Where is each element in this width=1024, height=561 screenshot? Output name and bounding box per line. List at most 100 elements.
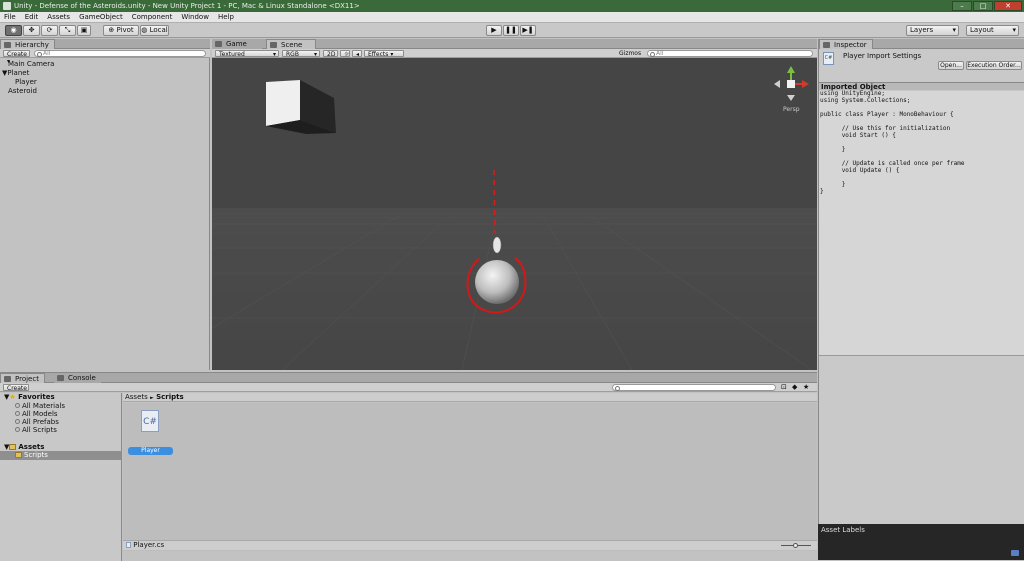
player-object[interactable] — [492, 236, 502, 254]
move-icon: ✥ — [28, 26, 35, 34]
script-file-icon: C# — [823, 52, 834, 65]
dropdown-arrow-icon: ▾ — [272, 51, 276, 58]
tab-scene[interactable]: Scene — [266, 39, 316, 49]
lighting-toggle[interactable]: ☼ — [340, 50, 350, 58]
close-button[interactable]: ✕ — [994, 1, 1022, 11]
scale-tool-button[interactable]: ⤡ — [59, 25, 76, 36]
project-toolbar: Create ▾ ⊡ ◆ ★ — [0, 383, 817, 399]
script-small-icon — [126, 542, 131, 548]
speaker-icon: ◂ — [356, 51, 360, 58]
filter-label-icon[interactable]: ◆ — [792, 383, 797, 391]
mode-2d-toggle[interactable]: 2D — [323, 50, 338, 58]
info-icon — [823, 42, 830, 48]
persp-label[interactable]: Persp — [783, 106, 800, 113]
hierarchy-search-input[interactable]: All — [34, 50, 206, 57]
menu-window[interactable]: Window — [181, 12, 209, 22]
inspector-tabstrip: Inspector — [819, 39, 1024, 49]
project-footer: Player.cs — [123, 540, 817, 550]
dropdown-arrow-icon: ▾ — [952, 26, 956, 34]
pivot-toggle[interactable]: ⊕ Pivot — [103, 25, 139, 36]
play-button[interactable]: ▶ — [486, 25, 502, 36]
scale-icon: ⤡ — [64, 26, 71, 34]
step-button[interactable]: ▶❚ — [520, 25, 536, 36]
scene-toolbar: Textured▾ RGB▾ 2D ☼ ◂ Effects ▾ Gizmos ▾… — [212, 49, 817, 64]
folder-icon — [9, 444, 17, 450]
hierarchy-item-asteroid[interactable]: Asteroid — [8, 87, 37, 95]
orientation-gizmo[interactable] — [774, 66, 809, 101]
cube-object[interactable] — [266, 80, 336, 134]
tag-icon[interactable] — [1011, 550, 1019, 556]
folder-icon — [15, 452, 22, 458]
menu-file[interactable]: File — [4, 12, 16, 22]
dropdown-arrow-icon: ▾ — [1012, 26, 1016, 34]
hand-tool-button[interactable]: ◉ — [5, 25, 22, 36]
execution-order-button[interactable]: Execution Order... — [966, 61, 1022, 70]
minimize-button[interactable]: – — [952, 1, 972, 11]
menu-edit[interactable]: Edit — [25, 12, 39, 22]
play-icon: ▶ — [491, 26, 497, 34]
scene-view[interactable]: Persp — [212, 58, 817, 370]
favorite-all-materials[interactable]: All Materials — [15, 402, 65, 410]
csharp-file-icon[interactable]: C# — [141, 410, 159, 432]
star-icon[interactable]: ★ — [803, 383, 809, 391]
move-tool-button[interactable]: ✥ — [23, 25, 40, 36]
project-tabstrip: Project Console — [0, 373, 817, 383]
render-mode-dropdown[interactable]: Textured ▾ — [215, 50, 279, 58]
search-icon — [15, 403, 20, 408]
breadcrumb-assets[interactable]: Assets — [125, 393, 148, 401]
hierarchy-create-dropdown[interactable]: Create ▾ — [3, 50, 30, 65]
project-folder-tree: ▼★ Favorites All Materials All Models Al… — [0, 393, 122, 561]
menu-assets[interactable]: Assets — [47, 12, 70, 22]
hierarchy-item-planet[interactable]: ▼Planet — [2, 69, 29, 77]
scripts-folder[interactable]: Scripts — [0, 451, 121, 460]
project-create-dropdown[interactable]: Create ▾ — [3, 384, 29, 399]
hierarchy-item-player[interactable]: Player — [15, 78, 37, 86]
star-icon: ★ — [9, 393, 16, 401]
eye-icon: ◉ — [10, 26, 17, 34]
audio-toggle[interactable]: ◂ — [352, 50, 362, 58]
script-code-preview: using UnityEngine; using System.Collecti… — [820, 90, 965, 195]
imported-object-header: Imported Object — [819, 82, 1024, 91]
effects-dropdown[interactable]: Effects ▾ — [364, 50, 404, 58]
rect-icon: ▣ — [80, 26, 88, 34]
project-search-input[interactable] — [612, 384, 776, 391]
slider-handle[interactable] — [793, 543, 798, 548]
color-mode-dropdown[interactable]: RGB ▾ — [282, 50, 320, 58]
layout-dropdown[interactable]: Layout ▾ — [966, 25, 1019, 36]
menu-help[interactable]: Help — [218, 12, 234, 22]
direction-indicator — [493, 169, 496, 235]
favorite-all-models[interactable]: All Models — [15, 410, 58, 418]
open-button[interactable]: Open... — [938, 61, 964, 70]
globe-icon: ◍ — [141, 26, 148, 34]
breadcrumb-scripts[interactable]: Scripts — [156, 393, 184, 401]
planet-sphere[interactable] — [475, 260, 519, 304]
rotate-tool-button[interactable]: ⟳ — [41, 25, 58, 36]
tab-inspector[interactable]: Inspector — [819, 39, 873, 49]
scene-search-input[interactable]: All — [647, 50, 813, 57]
sun-icon: ☼ — [344, 51, 350, 58]
gizmos-dropdown[interactable]: Gizmos ▾ — [616, 50, 643, 64]
favorites-header[interactable]: ▼★ Favorites — [4, 393, 55, 401]
pause-button[interactable]: ❚❚ — [503, 25, 519, 36]
scene-viewport[interactable]: Persp — [212, 58, 817, 370]
favorite-all-prefabs[interactable]: All Prefabs — [15, 418, 59, 426]
tab-project[interactable]: Project — [0, 373, 45, 383]
hierarchy-icon — [4, 42, 11, 48]
rotate-icon: ⟳ — [46, 26, 53, 34]
maximize-button[interactable]: □ — [973, 1, 993, 11]
menu-gameobject[interactable]: GameObject — [79, 12, 123, 22]
assets-folder[interactable]: ▼ Assets — [4, 443, 44, 451]
menu-component[interactable]: Component — [132, 12, 173, 22]
filter-type-icon[interactable]: ⊡ — [781, 383, 787, 391]
local-toggle[interactable]: ◍ Local — [140, 25, 169, 36]
search-icon — [15, 411, 20, 416]
tab-hierarchy[interactable]: Hierarchy — [0, 39, 55, 49]
tab-console[interactable]: Console — [54, 373, 101, 383]
tab-game[interactable]: Game — [212, 39, 262, 49]
asset-player-label[interactable]: Player — [128, 447, 173, 455]
hierarchy-item-main-camera[interactable]: Main Camera — [8, 60, 54, 68]
favorite-all-scripts[interactable]: All Scripts — [15, 426, 57, 434]
step-icon: ▶❚ — [522, 26, 534, 34]
layers-dropdown[interactable]: Layers ▾ — [906, 25, 959, 36]
rect-tool-button[interactable]: ▣ — [77, 25, 91, 36]
